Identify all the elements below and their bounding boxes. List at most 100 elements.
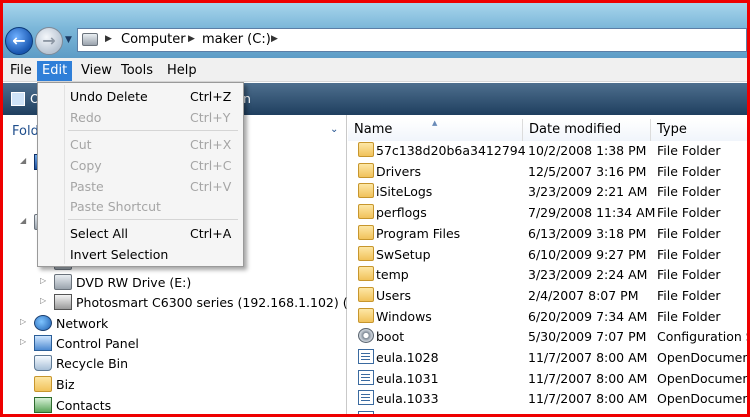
column-header-type[interactable]: Type (651, 119, 747, 141)
menu-item-select-all[interactable]: Select All Ctrl+A (40, 223, 241, 243)
breadcrumb-drive[interactable]: maker (C:) (202, 32, 271, 47)
file-row[interactable]: temp 3/23/2009 2:24 AM File Folder (348, 264, 747, 285)
menu-item-shortcut: Ctrl+C (190, 158, 232, 173)
file-row[interactable]: SwSetup 6/10/2009 9:27 PM File Folder (348, 244, 747, 265)
file-name: SwSetup (376, 246, 431, 262)
menu-separator (68, 219, 238, 220)
expand-toggle-icon[interactable]: ▷ (40, 276, 46, 285)
expand-toggle-icon[interactable]: ▷ (20, 317, 26, 326)
expand-toggle-icon[interactable]: ▷ (40, 296, 46, 305)
document-icon (358, 390, 374, 406)
menu-item-cut[interactable]: Cut Ctrl+X (40, 134, 241, 154)
file-row[interactable]: Drivers 12/5/2007 3:16 PM File Folder (348, 161, 747, 182)
menu-help[interactable]: Help (162, 61, 202, 81)
file-type: Configuration Se (657, 329, 747, 345)
document-icon (358, 369, 374, 385)
menu-item-label: Cut (70, 137, 92, 152)
menu-item-paste[interactable]: Paste Ctrl+V (40, 176, 241, 196)
folder-icon (358, 286, 374, 302)
menu-item-label: Undo Delete (70, 89, 148, 104)
folder-icon (34, 376, 52, 392)
tree-item[interactable]: ▷ Photosmart C6300 series (192.168.1.102)… (3, 293, 365, 313)
menu-tools[interactable]: Tools (116, 61, 158, 81)
back-button[interactable]: ← (5, 27, 33, 55)
control-panel-icon (34, 335, 52, 351)
menu-item-undo-delete[interactable]: Undo Delete Ctrl+Z (40, 86, 241, 106)
document-icon (358, 411, 374, 414)
menu-item-paste-shortcut[interactable]: Paste Shortcut (40, 196, 241, 216)
menu-item-label: Paste (70, 179, 104, 194)
file-row[interactable]: Users 2/4/2007 8:07 PM File Folder (348, 285, 747, 306)
recent-pages-dropdown-icon[interactable]: ▼ (65, 35, 72, 45)
file-row[interactable]: eula.1033 11/7/2007 8:00 AM OpenDocument (348, 388, 747, 409)
explorer-window: ← → ▼ ▶ Computer ▶ maker (C:) ▶ File Edi… (0, 0, 750, 417)
tree-item[interactable]: Biz (3, 375, 347, 395)
file-name: Windows (376, 308, 432, 324)
menu-separator (68, 130, 238, 131)
folder-icon (358, 162, 374, 178)
file-date-modified: 11/7/2007 8:00 AM (528, 412, 647, 414)
tree-item[interactable]: Recycle Bin (3, 354, 347, 374)
file-row[interactable]: Program Files 6/13/2009 3:18 PM File Folde… (348, 223, 747, 244)
printer-icon (54, 294, 72, 310)
menu-item-invert-selection[interactable]: Invert Selection (40, 244, 241, 264)
file-date-modified: 2/4/2007 8:07 PM (528, 287, 639, 303)
folders-header[interactable]: Fold (12, 124, 39, 139)
recycle-bin-icon (34, 355, 52, 371)
organize-icon[interactable] (11, 92, 25, 106)
expand-toggle-icon[interactable]: ◢ (20, 216, 26, 225)
menu-edit-label: Edit (42, 63, 68, 78)
breadcrumb-separator-icon[interactable]: ▶ (105, 34, 112, 44)
file-type: OpenDocument (657, 370, 750, 386)
breadcrumb-separator-icon[interactable]: ▶ (188, 34, 195, 44)
file-row[interactable]: boot 5/30/2009 7:07 PM Configuration Se (348, 326, 747, 347)
file-name: boot (376, 329, 405, 345)
file-date-modified: 11/7/2007 8:00 AM (528, 350, 648, 365)
file-row[interactable]: eula.1031 11/7/2007 8:00 AM OpenDocument (348, 368, 747, 389)
menu-item-label: Select All (70, 226, 129, 241)
file-date-modified: 3/23/2009 2:24 AM (528, 267, 648, 283)
file-row[interactable]: eula.103611/7/2007 8:00 AM OpenDocument (348, 409, 747, 414)
menu-view[interactable]: View (76, 61, 117, 81)
column-header-date-modified[interactable]: Date modified (523, 119, 651, 141)
file-name: eula.1036 (376, 412, 526, 414)
expand-toggle-icon[interactable]: ▷ (20, 337, 26, 346)
file-type: OpenDocument (657, 350, 750, 365)
tree-item[interactable]: ▷ Network (3, 314, 347, 334)
menu-item-copy[interactable]: Copy Ctrl+C (40, 155, 241, 175)
menu-edit[interactable]: Edit (37, 61, 73, 81)
contacts-icon (34, 397, 52, 413)
file-name: Users (376, 287, 412, 303)
breadcrumb-computer[interactable]: Computer (121, 32, 186, 47)
tree-item-label: DVD RW Drive (E:) (76, 275, 192, 290)
file-name: Program Files (376, 225, 461, 241)
file-date-modified: 12/5/2007 3:16 PM (528, 163, 647, 179)
breadcrumb-separator-icon[interactable]: ▶ (271, 34, 278, 44)
file-row[interactable]: 57c138d20b6a3412794... 10/2/2008 1:38 PM F… (348, 140, 747, 161)
column-header-name[interactable]: ▲ Name (348, 119, 523, 141)
menu-file[interactable]: File (5, 61, 37, 81)
address-field[interactable]: ▶ Computer ▶ maker (C:) ▶ (77, 28, 747, 52)
tree-item[interactable]: Contacts (3, 396, 347, 414)
tree-item[interactable]: ▷ DVD RW Drive (E:) (3, 273, 347, 293)
file-type: File Folder (657, 246, 721, 262)
menu-item-redo[interactable]: Redo Ctrl+Y (40, 107, 241, 127)
file-row[interactable]: perflogs 7/29/2008 11:34 AM File Folder (348, 202, 747, 223)
address-bar-area: ← → ▼ ▶ Computer ▶ maker (C:) ▶ (3, 3, 747, 58)
file-row[interactable]: eula.1028 11/7/2007 8:00 AM OpenDocument (348, 347, 747, 368)
expand-toggle-icon[interactable]: ◢ (20, 156, 26, 165)
folder-icon (358, 224, 374, 240)
chevron-down-icon[interactable]: ⌄ (330, 124, 338, 135)
file-row[interactable]: Windows 6/20/2009 7:34 AM File Folder (348, 306, 747, 327)
dvd-drive-icon (54, 274, 72, 290)
tree-item[interactable]: ▷ Control Panel (3, 334, 347, 354)
toolbar-button-label[interactable]: n (243, 91, 251, 106)
file-name: Drivers (376, 163, 421, 179)
menu-item-shortcut: Ctrl+Y (190, 110, 231, 125)
file-row[interactable]: iSiteLogs 3/23/2009 2:21 AM File Folder (348, 181, 747, 202)
file-name: temp (376, 267, 409, 283)
forward-button[interactable]: → (35, 27, 63, 55)
folder-icon (358, 142, 374, 157)
location-icon (82, 33, 98, 46)
file-type: File Folder (657, 184, 721, 200)
